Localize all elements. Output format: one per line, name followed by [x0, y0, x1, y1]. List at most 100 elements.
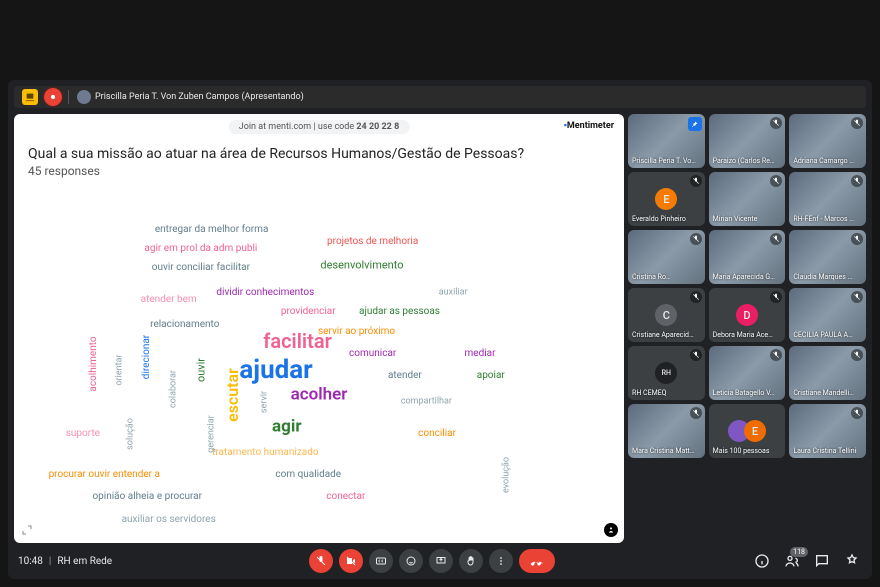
info-button[interactable]	[752, 551, 772, 571]
leave-call-button[interactable]	[519, 549, 555, 573]
wordcloud-word: escutar	[225, 368, 241, 422]
wordcloud-word: opinião alheia e procurar	[92, 492, 202, 502]
wordcloud-word: direcionar	[142, 335, 152, 379]
participant-tile[interactable]: D Debora Maria Ace…	[709, 288, 786, 342]
participant-tile[interactable]: Priscilla Peria T. Vo…	[628, 114, 705, 168]
pin-icon	[688, 117, 702, 131]
people-button[interactable]: 118	[782, 551, 802, 571]
mic-off-icon	[770, 175, 782, 187]
avatar: D	[736, 304, 758, 326]
wordcloud-word: apoiar	[477, 371, 505, 381]
wordcloud-word: projetos de melhoria	[327, 237, 418, 247]
reactions-button[interactable]	[399, 549, 423, 573]
participant-tile[interactable]: Cristina Ro…	[628, 230, 705, 284]
wordcloud-word: acolhimento	[89, 336, 99, 391]
wordcloud-word: ajudar	[239, 357, 312, 383]
participant-tile[interactable]: Laura Cristina Tellini	[789, 404, 866, 458]
participant-tile[interactable]: CECILIA PAULA A…	[789, 288, 866, 342]
mic-off-icon	[770, 349, 782, 361]
chat-button[interactable]	[812, 551, 832, 571]
wordcloud-word: evolução	[502, 457, 511, 493]
participant-tile[interactable]: RH-FEnf - Marcos …	[789, 172, 866, 226]
participant-grid: Priscilla Peria T. Vo… Paraizo (Carlos Re…	[628, 114, 866, 543]
participant-tile[interactable]: E Everaldo Pinheiro	[628, 172, 705, 226]
people-count-badge: 118	[790, 547, 808, 557]
participant-tile[interactable]: Maria Aparecida G…	[709, 230, 786, 284]
participant-name: Mirian Vicente	[713, 215, 758, 223]
mic-off-icon	[851, 117, 863, 129]
mic-off-icon	[851, 349, 863, 361]
participant-tile[interactable]: Leticia Batagello V…	[709, 346, 786, 400]
wordcloud-word: com qualidade	[275, 470, 341, 480]
participant-name: RH-FEnf - Marcos …	[793, 215, 854, 223]
poll-question: Qual a sua missão ao atuar na área de Re…	[28, 146, 610, 162]
mic-off-icon	[851, 291, 863, 303]
wordcloud-word: suporte	[66, 429, 100, 439]
activities-button[interactable]	[842, 551, 862, 571]
mic-off-icon	[690, 291, 702, 303]
meeting-info: 10:48 | RH em Rede	[18, 556, 112, 567]
mic-off-icon	[690, 233, 702, 245]
participant-name: Cristina Ro…	[632, 273, 671, 281]
wordcloud-word: orientar	[116, 354, 125, 385]
wordcloud-word: agir	[272, 419, 302, 436]
mic-button[interactable]	[309, 549, 333, 573]
presenter-indicator: Priscilla Peria T. Von Zuben Campos (Apr…	[75, 89, 310, 105]
wordcloud-word: compartilhar	[401, 397, 452, 406]
wordcloud-word: procurar ouvir entender a	[49, 470, 160, 480]
avatar: C	[655, 304, 677, 326]
captions-button[interactable]	[369, 549, 393, 573]
slide-count-icon	[604, 523, 618, 537]
participant-tile[interactable]: Adriana Camargo …	[789, 114, 866, 168]
wordcloud-word: atender	[388, 371, 422, 381]
camera-button[interactable]	[339, 549, 363, 573]
mic-off-icon	[851, 407, 863, 419]
participant-tile[interactable]: RHRH CEMEQ	[628, 346, 705, 400]
shared-screen: Join at menti.com | use code 24 20 22 8 …	[14, 114, 624, 543]
participant-name: RH CEMEQ	[632, 389, 666, 397]
wordcloud-word: desenvolvimento	[320, 259, 403, 270]
participant-tile[interactable]: C Cristiane Aparecid…	[628, 288, 705, 342]
clock: 10:48	[18, 556, 43, 567]
participant-tile[interactable]: Cristiane Mandelli…	[789, 346, 866, 400]
word-cloud: ajudarfacilitaracolheragirescutarentrega…	[51, 204, 588, 523]
raise-hand-button[interactable]	[459, 549, 483, 573]
wordcloud-word: ouvir conciliar facilitar	[152, 263, 250, 273]
participant-tile[interactable]: Claudia Marques …	[789, 230, 866, 284]
wordcloud-word: mediar	[465, 349, 496, 359]
wordcloud-word: conciliar	[418, 429, 456, 439]
present-button[interactable]	[429, 549, 453, 573]
participant-tile[interactable]: Mirian Vicente	[709, 172, 786, 226]
avatar: E	[655, 188, 677, 210]
participant-name: Debora Maria Ace…	[713, 331, 773, 339]
presenter-avatar	[77, 90, 91, 104]
presenter-name: Priscilla Peria T. Von Zuben Campos (Apr…	[95, 92, 304, 102]
mic-off-icon	[690, 407, 702, 419]
wordcloud-word: providenciar	[281, 307, 336, 317]
main-content: Join at menti.com | use code 24 20 22 8 …	[8, 114, 872, 543]
wordcloud-word: gerenciar	[207, 415, 216, 452]
mic-off-icon	[851, 175, 863, 187]
participant-name: Paraizo (Carlos Re…	[713, 157, 775, 165]
participant-name: Laura Cristina Tellini	[793, 447, 856, 455]
wordcloud-word: servir ao próximo	[318, 327, 395, 337]
mentimeter-logo: ▪Mentimeter	[564, 120, 614, 131]
mic-off-icon	[690, 349, 702, 361]
participant-tile[interactable]: Mara Cristina Matt…	[628, 404, 705, 458]
stop-share-button[interactable]	[44, 88, 62, 106]
participant-tile[interactable]: Paraizo (Carlos Re…	[709, 114, 786, 168]
presenter-bar: Priscilla Peria T. Von Zuben Campos (Apr…	[14, 86, 866, 108]
participant-name: Mara Cristina Matt…	[632, 447, 695, 455]
participant-name: Maria Aparecida G…	[713, 273, 775, 281]
mic-off-icon	[770, 291, 782, 303]
participant-tile[interactable]: EMais 100 pessoas	[709, 404, 786, 458]
wordcloud-word: ouvir	[195, 358, 206, 382]
expand-icon[interactable]	[20, 523, 34, 537]
participant-name: Cristiane Aparecid…	[632, 331, 694, 339]
room-name: RH em Rede	[57, 556, 112, 567]
more-options-button[interactable]	[489, 549, 513, 573]
wordcloud-word: atender bem	[141, 295, 197, 305]
wordcloud-word: ajudar as pessoas	[359, 307, 440, 317]
participant-name: Adriana Camargo …	[793, 157, 854, 165]
participant-name: Everaldo Pinheiro	[632, 215, 686, 223]
